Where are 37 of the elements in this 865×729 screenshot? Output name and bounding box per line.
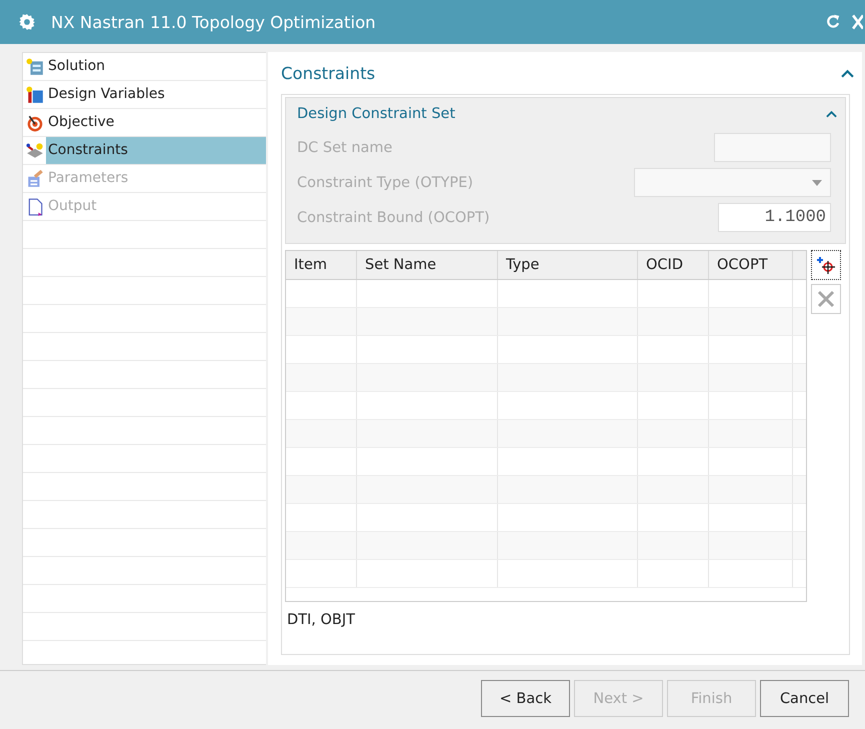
variables-icon: [26, 86, 44, 104]
navigation-label: Parameters: [47, 169, 130, 188]
column-header[interactable]: Type: [498, 251, 638, 279]
navigation-item[interactable]: Solution: [23, 53, 266, 81]
navigation-label: Objective: [47, 113, 116, 132]
output-icon: [26, 198, 44, 216]
section-title: Constraints: [281, 64, 376, 82]
dropdown-arrow-icon: [812, 180, 822, 186]
solution-icon: [26, 58, 44, 76]
window-title: NX Nastran 11.0 Topology Optimization: [51, 12, 377, 32]
dialog-button[interactable]: < Back: [481, 680, 570, 717]
gear-icon[interactable]: [18, 13, 36, 31]
column-header[interactable]: Item: [286, 251, 357, 279]
navigation-label: Solution: [47, 57, 106, 76]
navigation-label: Design Variables: [47, 85, 166, 104]
field-label: DC Set name: [297, 140, 392, 156]
dropdown-field[interactable]: [634, 168, 831, 197]
parameters-icon: [26, 170, 44, 188]
field-label: Constraint Bound (OCOPT): [297, 210, 490, 226]
column-header[interactable]: Set Name: [357, 251, 498, 279]
text-field[interactable]: [714, 133, 831, 162]
add-constraint-button[interactable]: [811, 250, 841, 280]
close-icon[interactable]: [852, 13, 863, 31]
navigation-label: Output: [47, 197, 98, 216]
navigation-item[interactable]: Design Variables: [23, 81, 266, 109]
delete-icon: [816, 289, 836, 309]
group-title: Design Constraint Set: [297, 106, 456, 122]
constraints-icon: [26, 142, 44, 160]
add-target-icon: [816, 255, 836, 275]
note-text: DTI, OBJT: [286, 612, 356, 628]
field-label: Constraint Type (OTYPE): [297, 174, 474, 190]
collapse-icon[interactable]: [826, 110, 837, 118]
collapse-icon[interactable]: [841, 68, 854, 78]
objective-icon: [26, 114, 44, 132]
column-header[interactable]: OCID: [638, 251, 709, 279]
dialog-button[interactable]: Cancel: [760, 680, 849, 717]
column-header[interactable]: OCOPT: [709, 251, 793, 279]
